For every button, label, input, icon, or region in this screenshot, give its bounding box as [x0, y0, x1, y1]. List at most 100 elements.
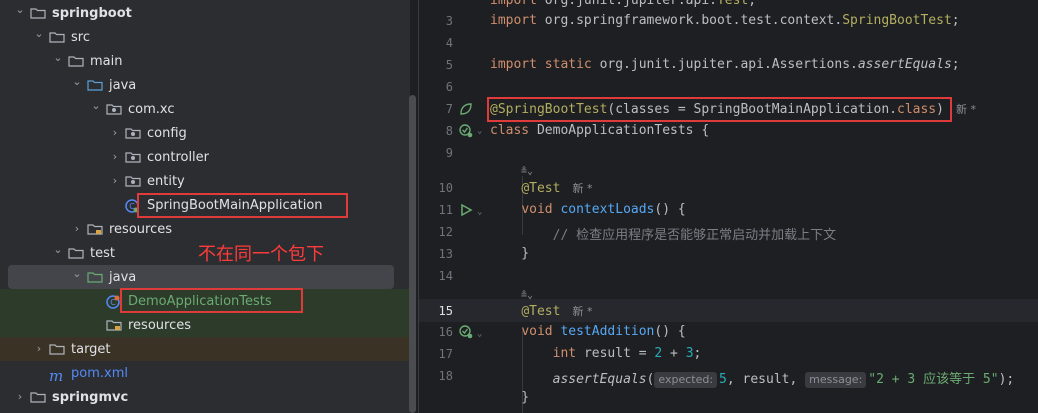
- folder-icon: [49, 31, 65, 43]
- chevron-down-icon[interactable]: ⌄: [71, 76, 83, 91]
- line-number: 17: [438, 347, 453, 361]
- code-token: void: [521, 324, 561, 339]
- fold-marker-icon[interactable]: ⌄: [477, 329, 482, 339]
- tree-item-label: test: [90, 245, 115, 261]
- tree-item-label: controller: [147, 149, 210, 165]
- tree-item-label: config: [147, 125, 187, 141]
- tree-item-label: java: [109, 77, 137, 93]
- author-hint[interactable]: 新 *: [572, 305, 592, 318]
- tree-scrollbar[interactable]: [409, 95, 416, 413]
- tree-item-com-xc[interactable]: ⌄ com.xc: [0, 97, 410, 121]
- tree-item-springboot[interactable]: ⌄ springboot: [0, 1, 410, 25]
- run-test-icon[interactable]: [459, 325, 473, 339]
- line-number: 16: [438, 325, 453, 339]
- code-token: org.junit.jupiter.api.: [544, 0, 717, 8]
- code-token: testAddition: [560, 324, 655, 339]
- line-number: 8: [445, 124, 453, 138]
- code-token: ;: [693, 346, 702, 361]
- code-line[interactable]: class DemoApplicationTests {: [490, 123, 709, 138]
- code-token: contextLoads: [560, 202, 655, 217]
- code-line[interactable]: }: [490, 390, 529, 405]
- test-folder-icon: [87, 271, 103, 283]
- tree-item-label: java: [109, 269, 137, 285]
- code-token: }: [490, 246, 530, 261]
- chevron-right-icon[interactable]: ›: [109, 151, 121, 163]
- code-line[interactable]: // 检查应用程序是否能够正常启动并加载上下文: [490, 224, 836, 243]
- fold-marker-icon[interactable]: ⌄: [477, 126, 482, 136]
- code-token: 5: [719, 372, 727, 387]
- code-editor[interactable]: import org.junit.jupiter.api.Test; 3 impor…: [419, 0, 1038, 413]
- tree-item-config[interactable]: › config: [0, 121, 410, 145]
- usage-hint-icon[interactable]: ≗⌄: [521, 166, 533, 177]
- param-hint: message:: [805, 372, 867, 388]
- code-line[interactable]: assertEquals(expected: 5, result, message…: [490, 368, 1014, 388]
- folder-icon: [49, 343, 65, 355]
- chevron-right-icon[interactable]: ›: [109, 175, 121, 187]
- run-icon[interactable]: [459, 203, 473, 217]
- tree-item-main[interactable]: ⌄ main: [0, 49, 410, 73]
- spring-bean-icon[interactable]: [459, 102, 473, 116]
- tree-item-java[interactable]: ⌄ java: [8, 265, 394, 289]
- code-line[interactable]: @Test 新 *: [490, 180, 592, 196]
- line-number: 12: [438, 225, 453, 239]
- chevron-down-icon[interactable]: ⌄: [14, 4, 26, 19]
- chevron-down-icon[interactable]: ⌄: [52, 244, 64, 259]
- usage-hint[interactable]: ≗⌄: [490, 287, 533, 302]
- tree-item-java[interactable]: ⌄ java: [0, 73, 410, 97]
- line-number: 3: [445, 14, 453, 28]
- tree-item-pom-xml[interactable]: m pom.xml: [0, 361, 410, 386]
- chevron-right-icon[interactable]: ›: [33, 343, 45, 355]
- chevron-down-icon[interactable]: ⌄: [71, 268, 83, 283]
- code-token: () {: [654, 202, 686, 217]
- chevron-right-icon[interactable]: ›: [14, 391, 26, 403]
- fold-marker-icon[interactable]: ⌄: [477, 207, 482, 217]
- folder-icon: [68, 247, 84, 259]
- tree-item-label: springboot: [52, 5, 132, 21]
- folder-icon: [30, 7, 46, 19]
- tree-item-springmvc[interactable]: › springmvc: [0, 385, 410, 409]
- tree-item-resources[interactable]: resources: [0, 313, 410, 337]
- line-number: 18: [438, 369, 453, 383]
- code-line[interactable]: int result = 2 + 3;: [490, 346, 702, 361]
- tree-item-src[interactable]: ⌄ src: [0, 25, 410, 49]
- code-line[interactable]: import org.junit.jupiter.api.Test;: [490, 0, 756, 8]
- run-test-icon[interactable]: [459, 124, 473, 138]
- author-hint[interactable]: 新 *: [572, 182, 592, 195]
- tree-item-label: main: [90, 53, 123, 69]
- package-icon: [125, 127, 141, 139]
- author-hint[interactable]: 新 *: [956, 103, 976, 116]
- chevron-right-icon[interactable]: ›: [71, 223, 83, 235]
- chevron-down-icon[interactable]: ⌄: [33, 28, 45, 43]
- code-line[interactable]: import static org.junit.jupiter.api.Asse…: [490, 57, 960, 72]
- highlight-box-test-class: [120, 288, 303, 313]
- tree-item-target[interactable]: › target: [0, 337, 410, 361]
- code-token: }: [490, 390, 530, 405]
- code-line[interactable]: import org.springframework.boot.test.con…: [490, 13, 960, 28]
- code-line[interactable]: void testAddition() {: [490, 324, 685, 339]
- param-hint: expected:: [654, 372, 718, 388]
- chevron-down-icon[interactable]: ⌄: [90, 100, 102, 115]
- code-token: assertEquals: [552, 372, 647, 387]
- code-line[interactable]: void contextLoads() {: [490, 202, 686, 217]
- chevron-down-icon[interactable]: ⌄: [52, 52, 64, 67]
- code-token: );: [998, 372, 1015, 387]
- code-token: ;: [951, 57, 960, 72]
- tree-item-resources[interactable]: › resources: [0, 217, 410, 241]
- code-token: import: [490, 0, 545, 8]
- tree-item-entity[interactable]: › entity: [0, 169, 410, 193]
- code-line[interactable]: @Test 新 *: [490, 303, 592, 319]
- line-number: 13: [438, 247, 453, 261]
- highlight-box-main-class: [137, 193, 348, 218]
- code-token: @Test: [521, 181, 561, 196]
- tree-item-controller[interactable]: › controller: [0, 145, 410, 169]
- usage-hint-icon[interactable]: ≗⌄: [521, 290, 533, 301]
- code-line[interactable]: }: [490, 246, 529, 261]
- resources-folder-icon: [106, 319, 122, 331]
- usage-hint[interactable]: ≗⌄: [490, 163, 533, 178]
- code-token: void: [521, 202, 561, 217]
- line-number: 10: [438, 181, 453, 195]
- resources-folder-icon: [87, 223, 103, 235]
- chevron-right-icon[interactable]: ›: [109, 127, 121, 139]
